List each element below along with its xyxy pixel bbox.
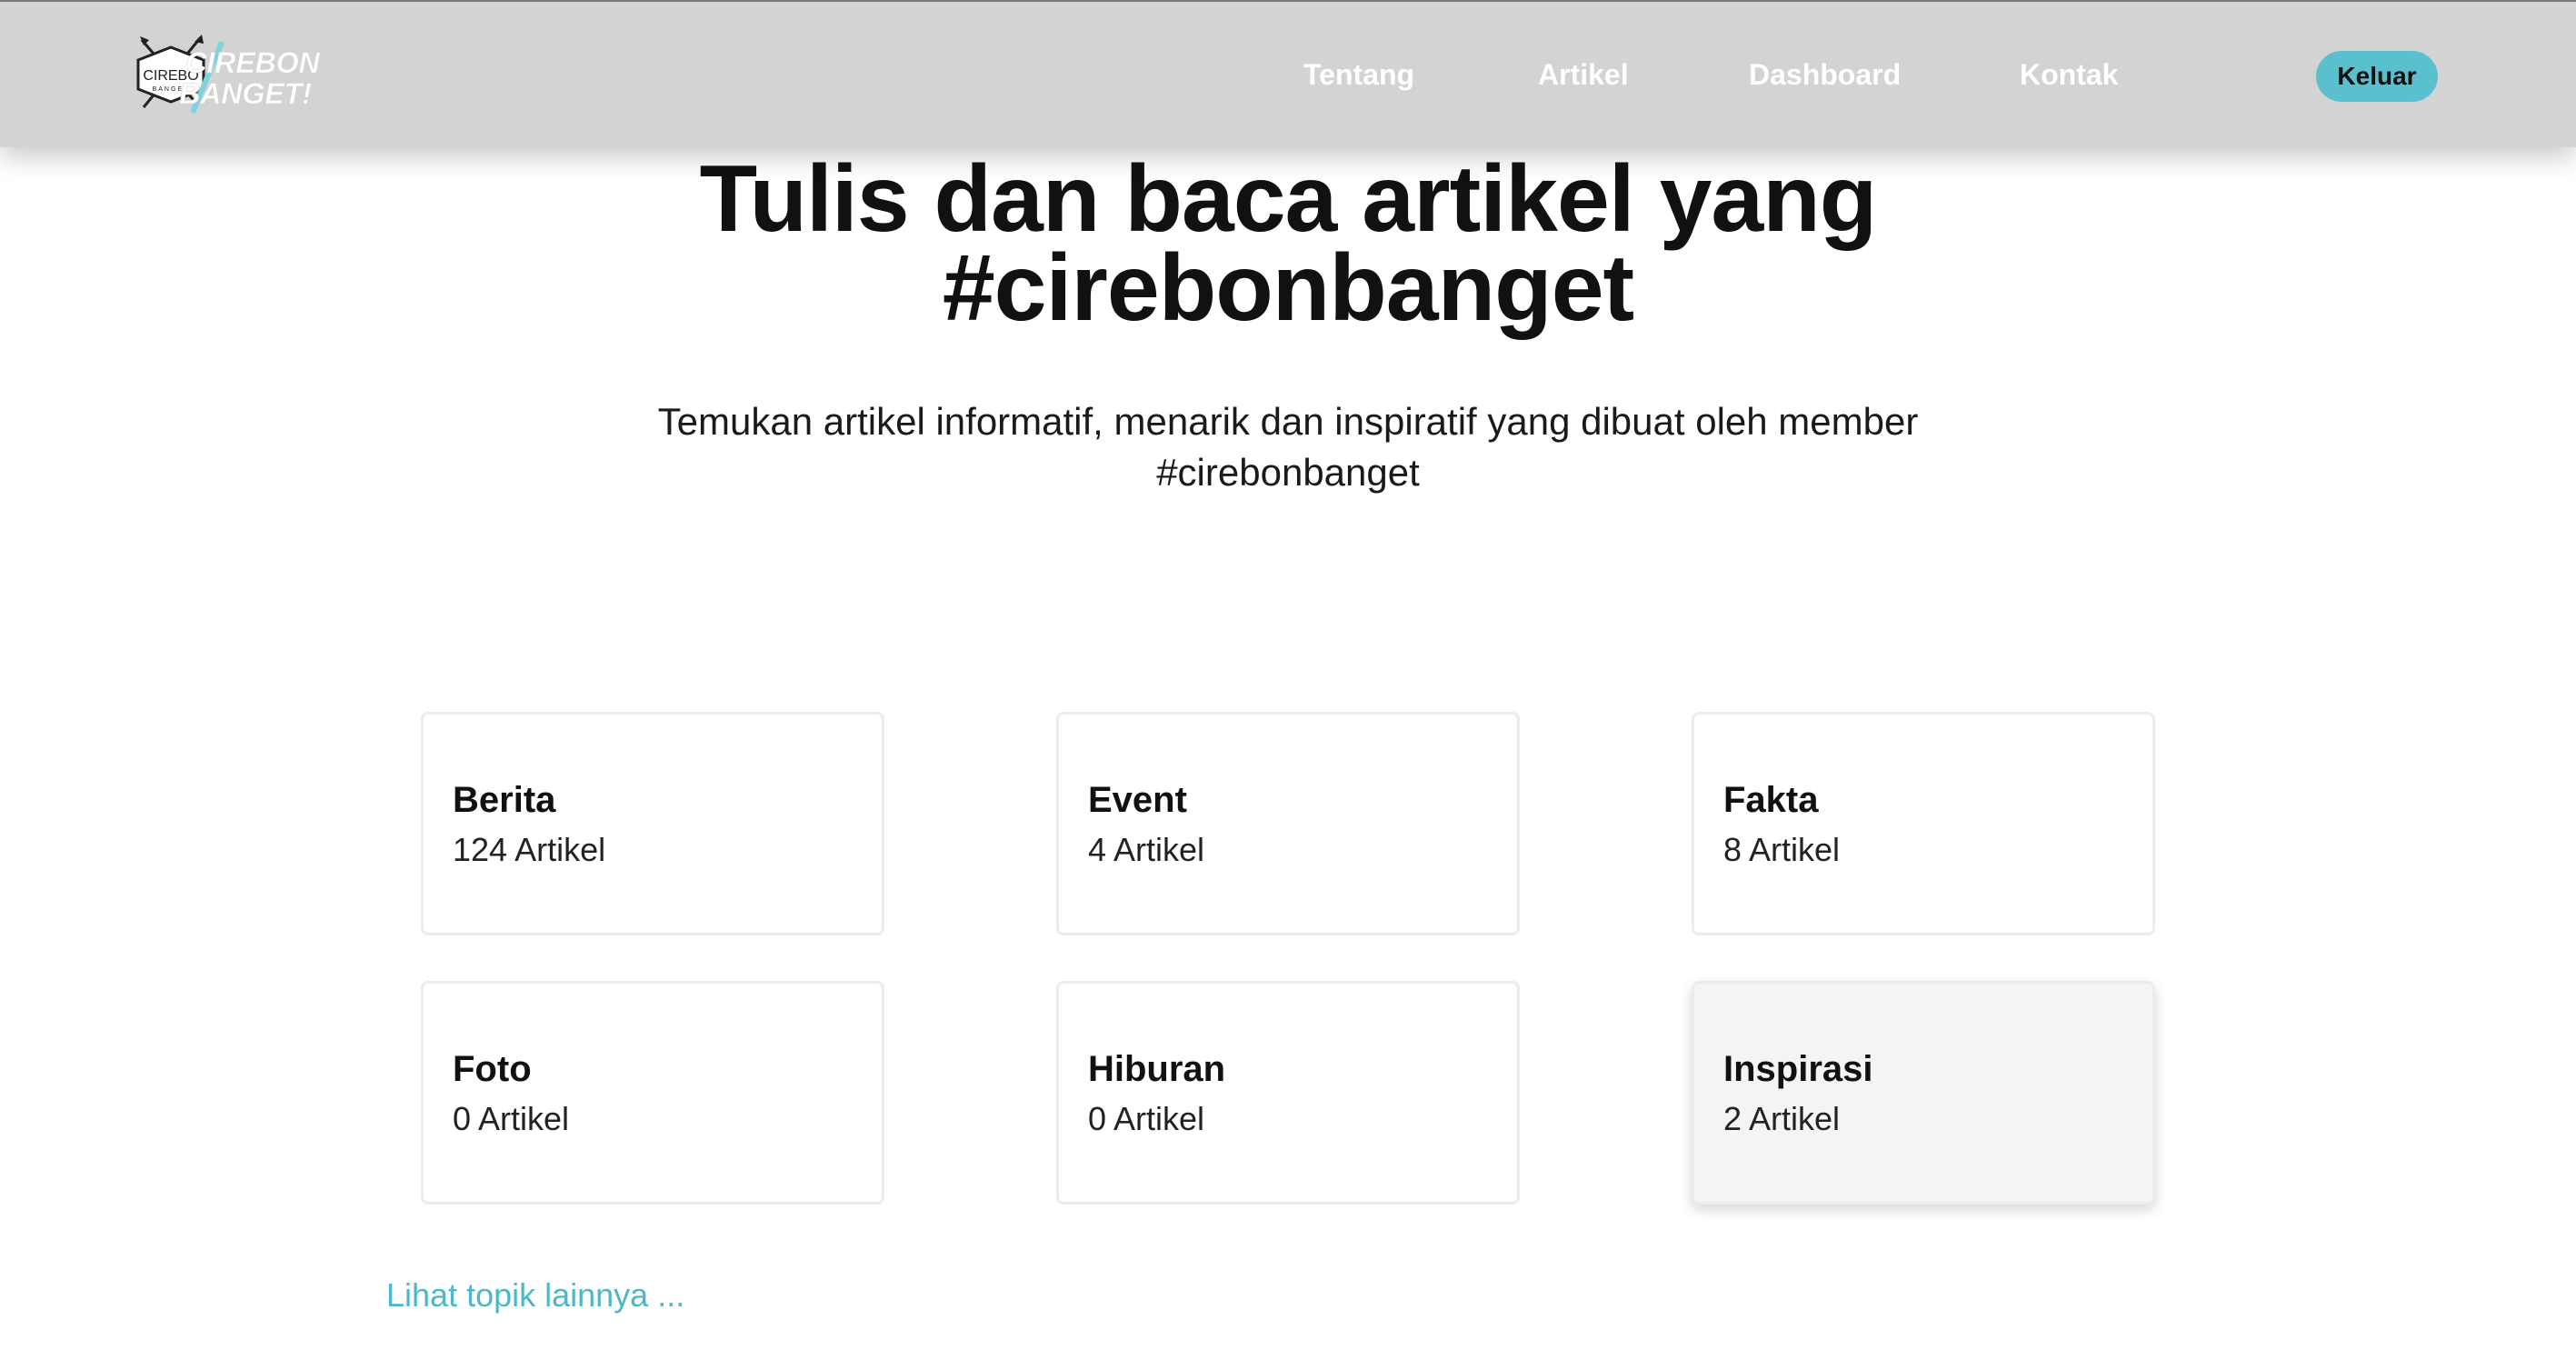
brand-logo[interactable]: CIREBO BANGET CIREBON BANGET! — [135, 35, 325, 116]
logout-button[interactable]: Keluar — [2316, 51, 2438, 102]
nav-link-tentang[interactable]: Tentang — [1303, 58, 1414, 92]
category-card-inspirasi[interactable]: Inspirasi 2 Artikel — [1692, 981, 2155, 1205]
category-card-hiburan[interactable]: Hiburan 0 Artikel — [1056, 981, 1520, 1205]
category-name: Foto — [453, 1049, 532, 1089]
category-name: Berita — [453, 780, 556, 820]
page-subtitle-line-1: Temukan artikel informatif, menarik dan … — [657, 400, 1919, 443]
category-count: 2 Artikel — [1723, 1100, 1841, 1137]
cirebon-banget-logo-icon: CIREBO BANGET CIREBON BANGET! — [136, 35, 321, 115]
more-topics-link[interactable]: Lihat topik lainnya ... — [386, 1276, 684, 1315]
category-card-berita[interactable]: Berita 124 Artikel — [421, 712, 884, 935]
svg-text:CIREBON: CIREBON — [185, 46, 320, 79]
nav-link-dashboard[interactable]: Dashboard — [1749, 58, 1901, 92]
page-title-line-2: #cirebonbanget — [942, 235, 1634, 341]
category-name: Inspirasi — [1723, 1049, 1873, 1089]
category-count: 8 Artikel — [1723, 831, 1841, 868]
category-card-foto[interactable]: Foto 0 Artikel — [421, 981, 884, 1205]
category-name: Fakta — [1723, 780, 1819, 820]
category-name: Event — [1088, 780, 1187, 820]
category-name: Hiburan — [1088, 1049, 1226, 1089]
nav-link-artikel[interactable]: Artikel — [1538, 58, 1629, 92]
category-count: 0 Artikel — [1088, 1100, 1205, 1137]
category-card-event[interactable]: Event 4 Artikel — [1056, 712, 1520, 935]
page-subtitle-line-2: #cirebonbanget — [1156, 451, 1420, 494]
category-count: 0 Artikel — [453, 1100, 570, 1137]
nav-link-kontak[interactable]: Kontak — [2020, 58, 2118, 92]
category-count: 124 Artikel — [453, 831, 606, 868]
category-card-fakta[interactable]: Fakta 8 Artikel — [1692, 712, 2155, 935]
page-subtitle: Temukan artikel informatif, menarik dan … — [545, 396, 2031, 498]
page-title: Tulis dan baca artikel yang #cirebonbang… — [0, 146, 2576, 341]
svg-text:BANGET!: BANGET! — [179, 77, 312, 110]
site-header: CIREBO BANGET CIREBON BANGET! Tentang Ar… — [0, 0, 2576, 147]
category-count: 4 Artikel — [1088, 831, 1205, 868]
page-title-line-1: Tulis dan baca artikel yang — [699, 146, 1878, 252]
